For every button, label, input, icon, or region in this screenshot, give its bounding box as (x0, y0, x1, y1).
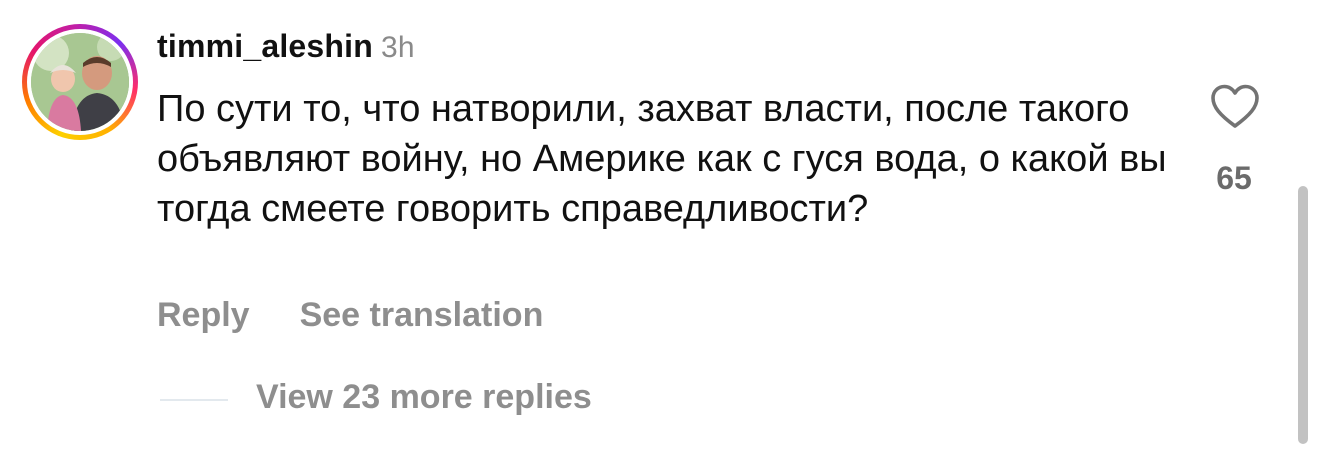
like-count: 65 (1216, 160, 1252, 196)
comment-actions: Reply See translation (157, 296, 543, 335)
scrollbar[interactable] (1298, 186, 1308, 444)
comment-text: По сути то, что натворили, захват власти… (157, 88, 1167, 230)
see-translation-button[interactable]: See translation (300, 296, 544, 335)
avatar-photo (31, 33, 129, 131)
heart-icon (1211, 84, 1259, 128)
comment-header: timmi_aleshin 3h (157, 28, 415, 65)
avatar-story-ring[interactable] (22, 24, 138, 140)
avatar[interactable] (31, 33, 129, 131)
like-button[interactable] (1210, 84, 1260, 130)
comment-timestamp: 3h (381, 31, 415, 64)
username-link[interactable]: timmi_aleshin (157, 28, 373, 64)
replies-divider (160, 399, 228, 401)
view-more-replies-button[interactable]: View 23 more replies (256, 378, 592, 417)
reply-button[interactable]: Reply (157, 296, 250, 335)
